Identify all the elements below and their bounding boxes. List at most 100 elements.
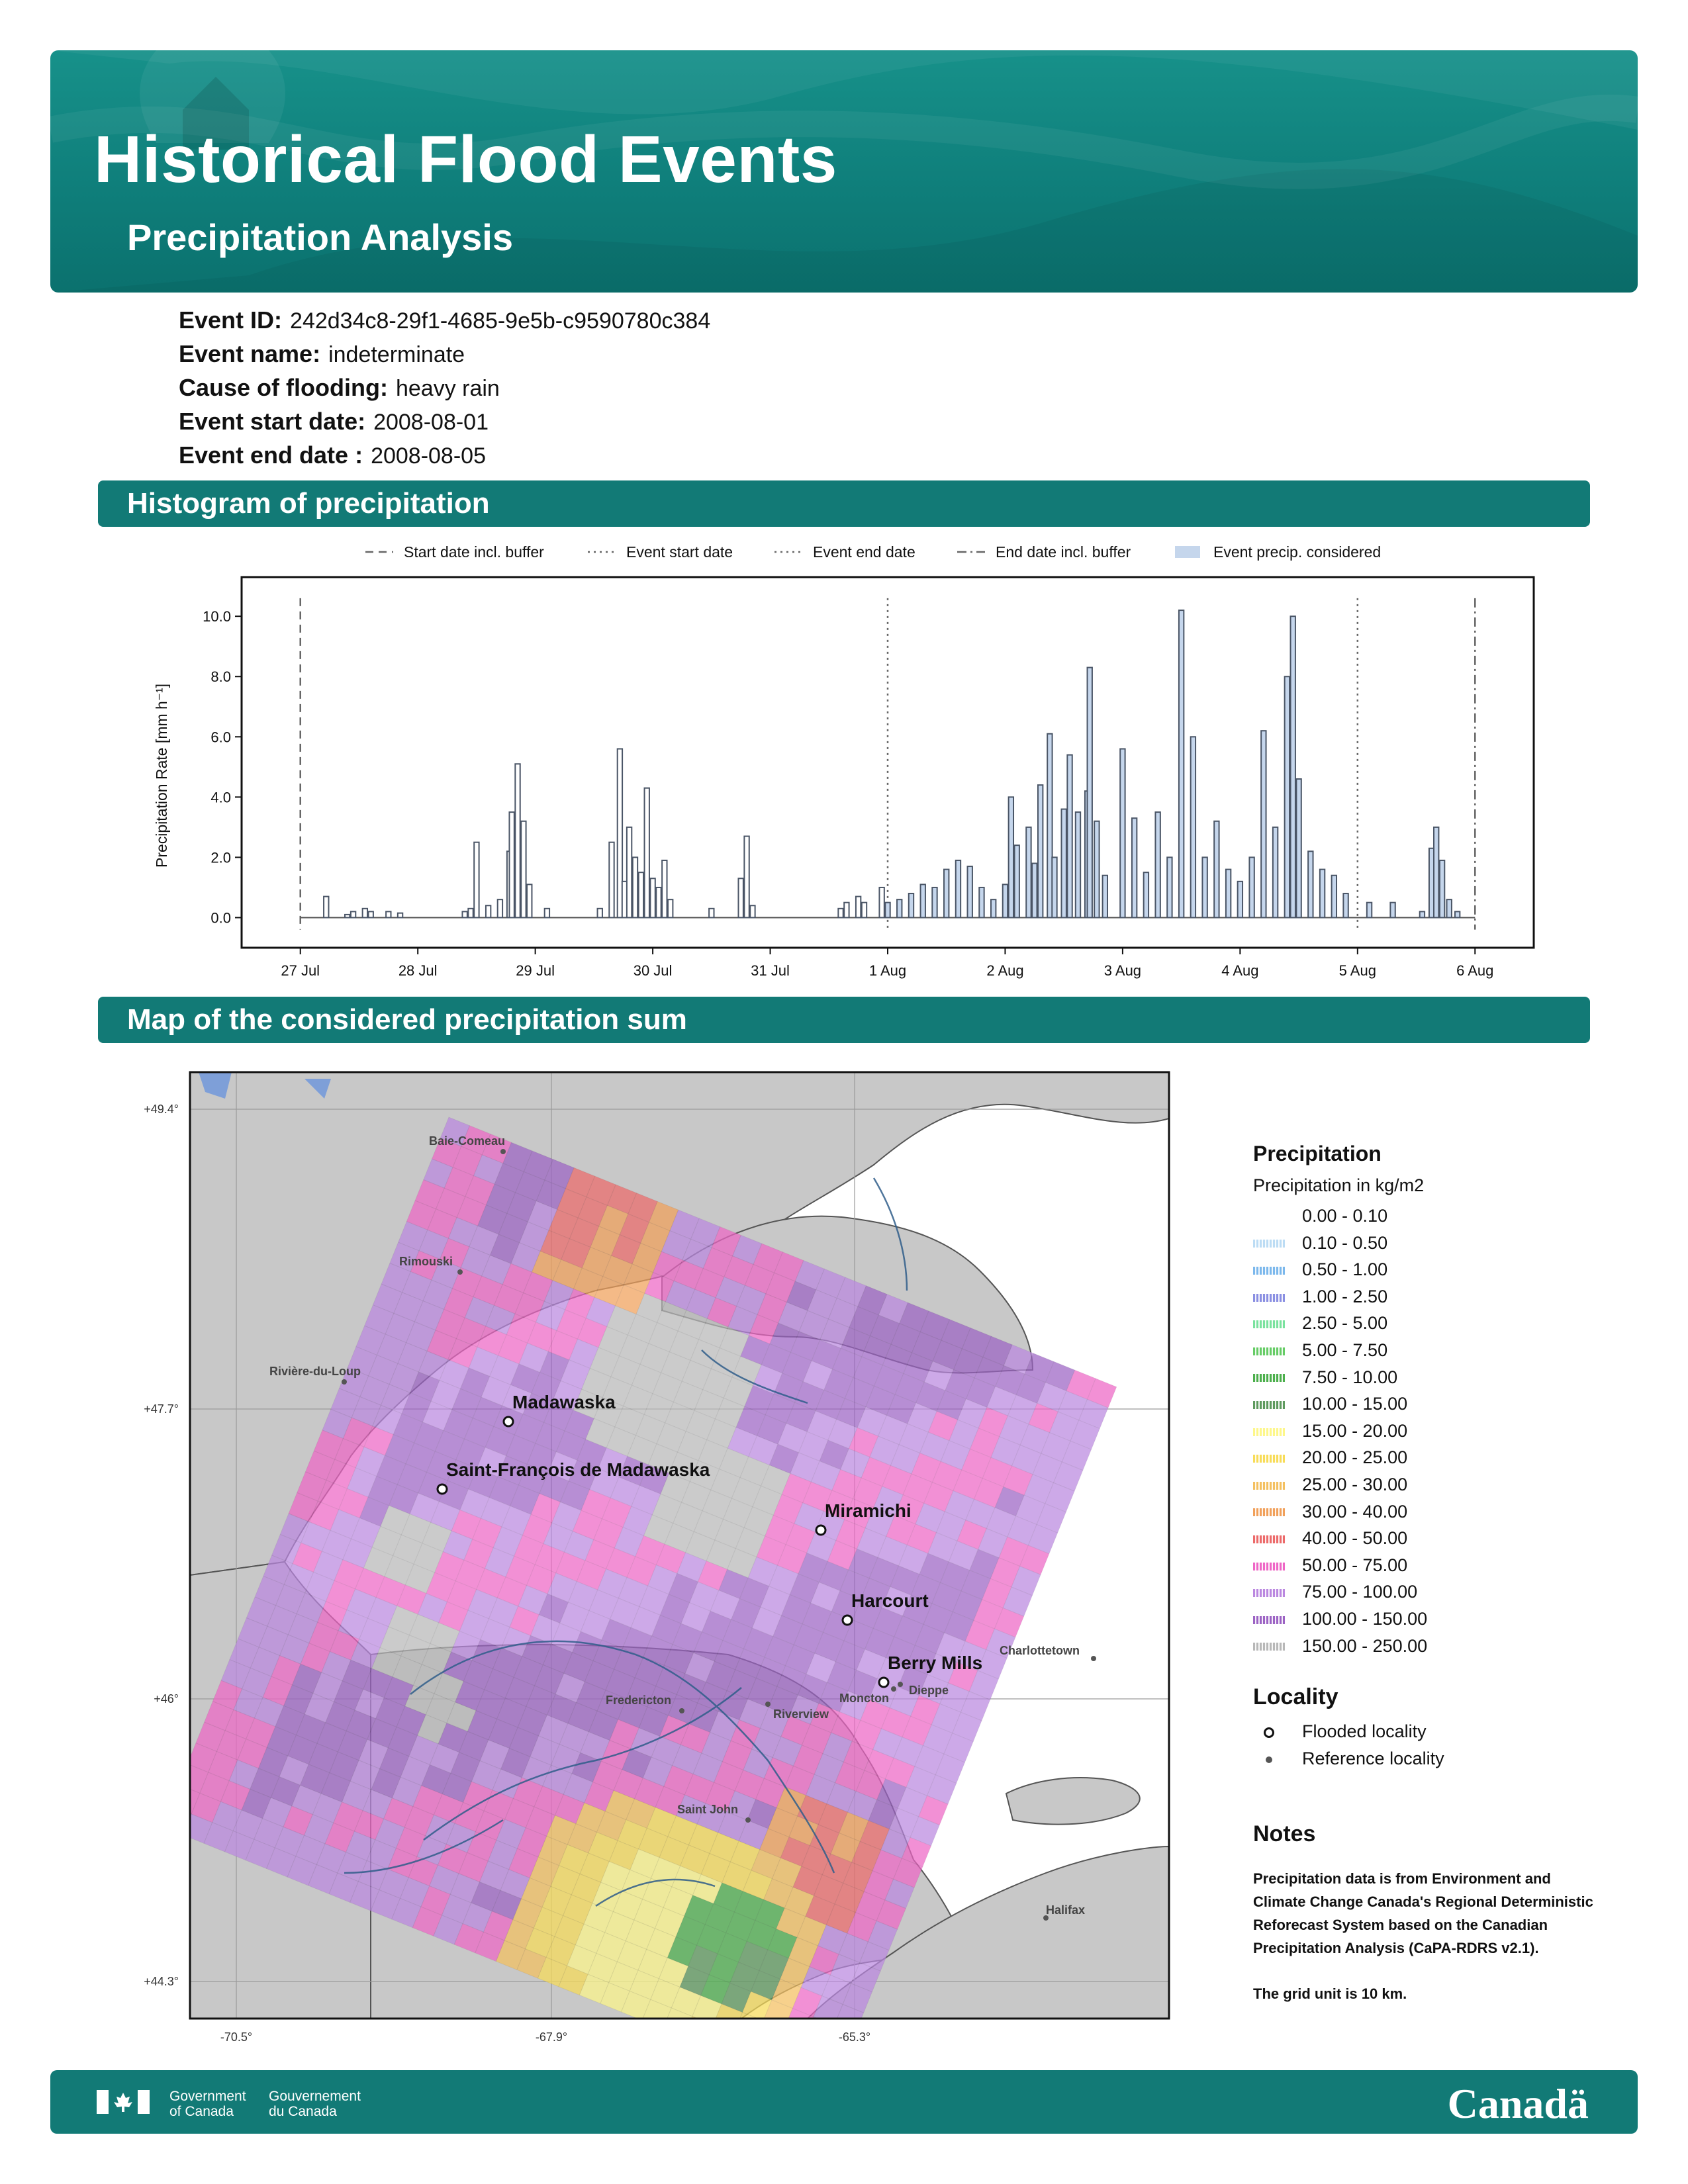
precip-bar	[608, 841, 615, 919]
precip-bar	[1366, 901, 1373, 919]
precip-bar	[367, 911, 374, 919]
precip-bar	[908, 893, 915, 919]
grid-cell	[683, 2016, 714, 2019]
legend-class: 15.00 - 20.00	[1253, 1418, 1611, 1445]
precip-bar	[1119, 748, 1126, 919]
precip-bar	[1272, 826, 1279, 919]
event-id-label: Event ID:	[179, 306, 283, 334]
legend-class-label: 20.00 - 25.00	[1302, 1447, 1408, 1468]
grid-cell	[190, 1805, 192, 1836]
flood-cause-label: Cause of flooding:	[179, 374, 388, 401]
legend-class: 25.00 - 30.00	[1253, 1471, 1611, 1498]
precip-bar	[520, 820, 527, 919]
footer: Government of Canada Gouvernement du Can…	[50, 2070, 1638, 2134]
precip-bar	[1074, 811, 1082, 919]
grid-cell	[776, 2029, 805, 2052]
legend-label: Event precip. considered	[1213, 543, 1381, 561]
precip-bar	[1260, 730, 1267, 919]
precip-bar	[649, 878, 656, 919]
precip-bar	[1166, 856, 1173, 919]
x-tick-label: 2 Aug	[986, 962, 1023, 979]
legend-swatch	[1253, 1643, 1285, 1651]
grid-cell	[705, 2025, 734, 2052]
legend-unit: Precipitation in kg/m2	[1253, 1175, 1425, 1195]
event-id-row: Event ID: 242d34c8-29f1-4685-9e5b-c959078…	[179, 303, 710, 337]
legend-swatch	[1253, 1535, 1285, 1543]
reference-locality-name: Saint John	[677, 1803, 738, 1816]
precip-bar	[990, 899, 997, 919]
flooded-locality-name: Berry Mills	[888, 1653, 982, 1673]
flooded-locality-marker	[436, 1483, 448, 1495]
reference-locality-marker	[898, 1682, 903, 1687]
precip-bar	[655, 886, 662, 919]
precip-bar	[1201, 856, 1208, 919]
x-tick-label: 30 Jul	[633, 962, 673, 979]
x-axis: 27 Jul 28 Jul 29 Jul 30 Jul 31 Jul 1 Aug 2 Aug…	[281, 948, 1493, 979]
legend-class: 0.10 - 0.50	[1253, 1230, 1611, 1257]
flooded-locality-name: Harcourt	[851, 1590, 929, 1611]
legend-class: 5.00 - 7.50	[1253, 1337, 1611, 1364]
reference-locality-marker	[679, 1708, 684, 1713]
legend-swatch	[1253, 1455, 1285, 1463]
precipitation-map: -70.5° -67.9° -65.3° +49.4° +47.7° +46° +44.3°…	[144, 1071, 1170, 2052]
x-tick-label: 28 Jul	[399, 962, 438, 979]
longitude-label: -67.9°	[536, 2030, 567, 2044]
legend-title: Precipitation	[1253, 1142, 1382, 1165]
legend-class-label: 100.00 - 150.00	[1302, 1608, 1428, 1629]
legend-label: Event end date	[813, 543, 915, 561]
legend-class: 30.00 - 40.00	[1253, 1498, 1611, 1525]
latitude-label: +46°	[154, 1692, 179, 1706]
plot-frame	[240, 576, 1535, 949]
legend-class: 150.00 - 250.00	[1253, 1633, 1611, 1660]
notes-title: Notes	[1253, 1821, 1316, 1847]
legend-class-label: 10.00 - 15.00	[1302, 1394, 1408, 1414]
legend-patch	[1175, 546, 1200, 558]
precip-bar	[837, 907, 844, 919]
flooded-locality-marker	[878, 1676, 890, 1688]
precip-bar	[1389, 901, 1396, 919]
page-title: Historical Flood Events	[94, 122, 837, 197]
legend-class: 7.50 - 10.00	[1253, 1364, 1611, 1391]
x-tick-label: 4 Aug	[1221, 962, 1258, 979]
precip-bar	[626, 826, 633, 919]
y-tick-label: 10.0	[203, 608, 231, 625]
flood-cause-row: Cause of flooding: heavy rain	[179, 371, 710, 404]
event-name-value: indeterminate	[328, 342, 465, 367]
precip-bar	[1002, 884, 1009, 919]
precip-bar	[1419, 911, 1426, 919]
y-axis: 0.0 2.0 4.0 6.0 8.0 10.0	[203, 608, 242, 926]
x-tick-label: 31 Jul	[751, 962, 790, 979]
precip-bar	[543, 907, 551, 919]
latitude-label: +44.3°	[144, 1975, 179, 1988]
precip-bar	[485, 905, 492, 919]
precip-bar	[514, 763, 521, 919]
precip-bar	[361, 907, 369, 919]
precip-bar	[966, 866, 973, 919]
event-start-label: Event start date:	[179, 408, 366, 435]
legend-class-label: 1.00 - 2.50	[1302, 1286, 1388, 1306]
precip-bar	[931, 886, 938, 919]
flooded-locality-label: Flooded locality	[1302, 1721, 1427, 1742]
x-tick-label: 3 Aug	[1104, 962, 1141, 979]
event-end-label: Event end date :	[179, 441, 363, 469]
canada-wordmark: Canadä	[1447, 2080, 1589, 2127]
legend-swatch	[1253, 1267, 1285, 1275]
precip-bar	[1025, 826, 1032, 919]
reference-locality-marker	[500, 1149, 506, 1154]
precip-bar	[508, 811, 515, 919]
precip-bar	[596, 907, 603, 919]
legend-class-label: 2.50 - 5.00	[1302, 1313, 1388, 1334]
legend-swatch	[1253, 1562, 1285, 1570]
y-tick-label: 2.0	[211, 849, 231, 866]
precip-bar	[461, 911, 468, 919]
precip-bar	[526, 884, 533, 919]
legend-class-label: 0.50 - 1.00	[1302, 1259, 1388, 1280]
legend-label: Start date incl. buffer	[404, 543, 544, 561]
reference-locality-marker	[1091, 1656, 1096, 1661]
precip-bar	[643, 787, 650, 919]
precip-bar	[1319, 868, 1326, 919]
precip-bar	[737, 878, 744, 919]
chart-legend: Start date incl. buffer Event start date E…	[365, 543, 1381, 561]
precip-bar	[1190, 736, 1197, 919]
legend-class-label: 40.00 - 50.00	[1302, 1528, 1408, 1549]
